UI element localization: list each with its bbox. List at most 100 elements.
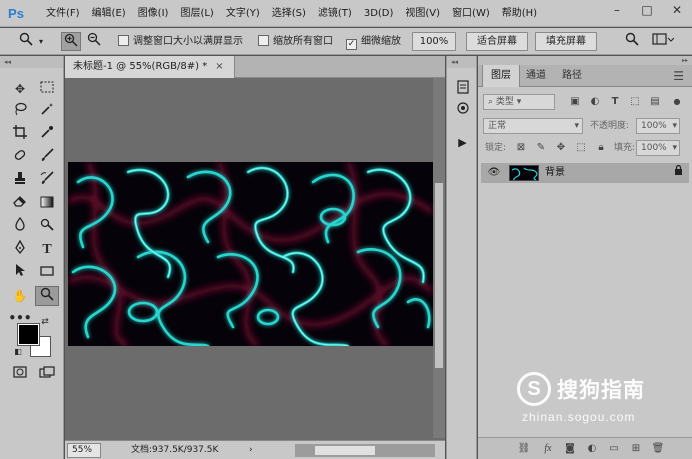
filter-type-icon[interactable]: T (608, 94, 622, 110)
foreground-color-swatch[interactable] (17, 323, 40, 346)
layer-filter-select[interactable]: ⌕ 类型 ▾ (483, 94, 555, 110)
crop-tool-icon[interactable] (8, 125, 32, 145)
actions-panel-icon[interactable]: ▶ (453, 134, 472, 152)
tools-panel-header[interactable]: ◂◂ (0, 56, 63, 68)
filter-shape-icon[interactable]: ⬚ (628, 94, 642, 110)
opacity-field[interactable]: 100% ▾ (636, 118, 680, 134)
resize-windows-option[interactable]: 调整窗口大小以满屏显示 (118, 32, 243, 51)
layers-panel-header[interactable]: ▸▸ (478, 56, 692, 65)
marquee-tool-icon[interactable] (35, 79, 59, 99)
dodge-tool-icon[interactable] (35, 217, 59, 237)
menu-view[interactable]: 视图(V) (399, 0, 446, 27)
tab-paths[interactable]: 路径 (554, 65, 590, 87)
hand-tool-icon[interactable]: ✋ (8, 286, 32, 306)
document-canvas[interactable] (68, 162, 433, 346)
zoom-tool-preset-icon[interactable] (16, 32, 36, 51)
minimize-button[interactable]: – (602, 0, 632, 20)
workspace-switcher-icon[interactable] (650, 32, 676, 51)
lock-transparent-icon[interactable]: ⊠ (514, 140, 528, 156)
search-icon[interactable] (622, 32, 642, 51)
blend-mode-select[interactable]: 正常 ▾ (483, 118, 583, 134)
menu-window[interactable]: 窗口(W) (446, 0, 496, 27)
new-layer-icon[interactable]: ⊞ (628, 441, 644, 457)
menu-edit[interactable]: 编辑(E) (86, 0, 132, 27)
filter-pixel-icon[interactable]: ▣ (568, 94, 582, 110)
filter-adjustment-icon[interactable]: ◐ (588, 94, 602, 110)
blur-tool-icon[interactable] (8, 216, 32, 237)
move-tool-icon[interactable]: ✥ (8, 79, 32, 99)
vertical-scrollbar[interactable] (433, 78, 445, 438)
type-tool-icon[interactable]: T (35, 240, 59, 260)
menu-select[interactable]: 选择(S) (266, 0, 312, 27)
zoom-all-windows-checkbox[interactable] (258, 35, 269, 46)
eraser-tool-icon[interactable] (8, 194, 32, 214)
dock-header[interactable]: ◂◂ (447, 56, 476, 68)
eyedropper-tool-icon[interactable] (35, 125, 59, 145)
swap-colors-icon[interactable]: ⇄ (38, 316, 52, 328)
menu-layer[interactable]: 图层(L) (174, 0, 219, 27)
menu-image[interactable]: 图像(I) (132, 0, 175, 27)
delete-layer-icon[interactable]: 🗑︎ (650, 441, 666, 457)
layer-row[interactable]: 👁︎ 背景 (481, 163, 689, 183)
menu-file[interactable]: 文件(F) (40, 0, 86, 27)
zoom-in-icon[interactable] (61, 32, 81, 51)
document-size-info[interactable]: 文档:937.5K/937.5K (131, 443, 218, 458)
fx-icon[interactable]: fx (540, 441, 556, 457)
adjustment-layer-icon[interactable]: ◐ (584, 441, 600, 457)
status-chevron-icon[interactable]: › (249, 441, 253, 459)
history-panel-icon[interactable] (453, 80, 472, 98)
maximize-button[interactable]: □ (632, 0, 662, 20)
zoom-tool-icon[interactable] (35, 286, 59, 306)
layer-name[interactable]: 背景 (545, 163, 565, 183)
menu-3d[interactable]: 3D(D) (358, 0, 400, 27)
lock-position-icon[interactable]: ✥ (554, 140, 568, 156)
zoom-all-windows-label: 缩放所有窗口 (273, 36, 333, 47)
quick-mask-icon[interactable] (8, 364, 32, 384)
close-button[interactable]: ✕ (662, 0, 692, 20)
zoom-out-icon[interactable] (84, 32, 104, 51)
menu-filter[interactable]: 滤镜(T) (312, 0, 358, 27)
new-group-icon[interactable]: ▭ (606, 441, 622, 457)
scrubby-zoom-checkbox[interactable]: ✓ (346, 39, 357, 50)
lock-artboard-icon[interactable]: ⬚ (574, 140, 588, 156)
properties-panel-icon[interactable] (453, 101, 472, 119)
horizontal-scroll-thumb[interactable] (315, 446, 375, 455)
lasso-tool-icon[interactable] (8, 102, 32, 122)
fit-screen-button[interactable]: 适合屏幕 (466, 32, 528, 51)
lock-image-icon[interactable]: ✎ (534, 140, 548, 156)
tab-channels[interactable]: 通道 (518, 65, 554, 87)
rectangle-tool-icon[interactable] (35, 263, 59, 283)
chevron-down-icon[interactable]: ▾ (39, 32, 43, 51)
close-tab-icon[interactable]: × (215, 61, 223, 72)
filter-smart-object-icon[interactable]: ▤ (648, 94, 662, 110)
vertical-scroll-thumb[interactable] (435, 183, 443, 368)
magic-wand-tool-icon[interactable] (35, 102, 59, 122)
gradient-tool-icon[interactable] (35, 194, 59, 214)
lock-all-icon[interactable]: 🔒︎ (594, 140, 608, 156)
brush-tool-icon[interactable] (35, 148, 59, 168)
pen-tool-icon[interactable] (8, 239, 32, 260)
menu-help[interactable]: 帮助(H) (496, 0, 543, 27)
zoom-level-field[interactable]: 55% (67, 443, 101, 458)
zoom-all-windows-option[interactable]: 缩放所有窗口 (258, 32, 333, 51)
path-selection-tool-icon[interactable] (8, 263, 32, 283)
default-colors-icon[interactable]: ◧ (12, 346, 24, 358)
link-layers-icon[interactable]: ⛓ (516, 441, 532, 457)
add-mask-icon[interactable]: ◙ (562, 441, 578, 457)
clone-stamp-tool-icon[interactable] (8, 171, 32, 191)
zoom-100-button[interactable]: 100% (412, 32, 456, 51)
healing-brush-tool-icon[interactable] (8, 148, 32, 168)
screen-mode-icon[interactable] (35, 364, 59, 384)
filter-toggle-icon[interactable]: ● (670, 94, 684, 110)
tab-layers[interactable]: 图层 (482, 65, 520, 87)
history-brush-tool-icon[interactable] (35, 171, 59, 191)
document-tab[interactable]: 未标题-1 @ 55%(RGB/8#) * × (65, 56, 235, 78)
fill-field[interactable]: 100% ▾ (636, 140, 680, 156)
eye-icon[interactable]: 👁︎ (487, 163, 501, 183)
fill-screen-button[interactable]: 填充屏幕 (535, 32, 597, 51)
horizontal-scrollbar[interactable] (295, 444, 435, 457)
scrubby-zoom-option[interactable]: ✓ 细微缩放 (346, 32, 401, 51)
resize-windows-checkbox[interactable] (118, 35, 129, 46)
menu-type[interactable]: 文字(Y) (220, 0, 266, 27)
panel-menu-icon[interactable]: ☰ (673, 65, 684, 87)
